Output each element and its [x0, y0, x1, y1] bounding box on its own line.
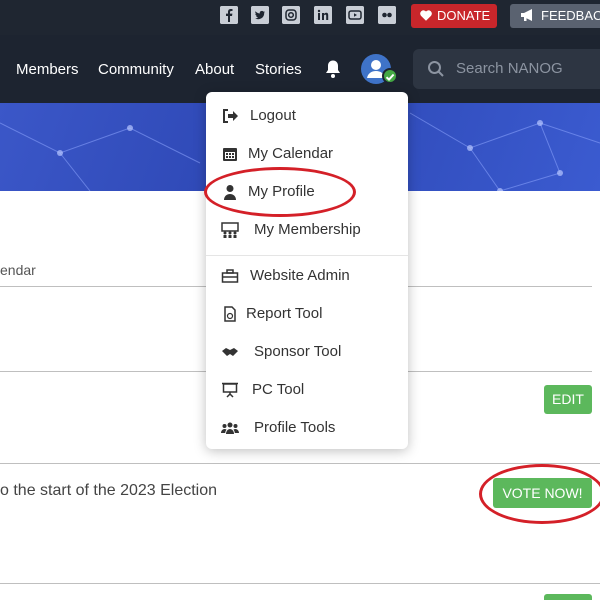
- twitter-icon[interactable]: [251, 6, 269, 24]
- menu-item-profile-tools[interactable]: Profile Tools: [206, 411, 408, 445]
- menu-item-report-tool[interactable]: Report Tool: [206, 297, 408, 331]
- check-badge-icon: [382, 68, 398, 84]
- bell-icon[interactable]: [324, 59, 342, 79]
- membership-icon: [221, 222, 239, 238]
- divider-line: [0, 463, 600, 464]
- partial-button[interactable]: [544, 594, 592, 600]
- menu-item-my-calendar[interactable]: My Calendar: [206, 137, 408, 171]
- menu-divider: [206, 255, 408, 256]
- nav-item-stories[interactable]: Stories: [255, 61, 302, 78]
- donate-button[interactable]: DONATE: [411, 4, 497, 28]
- edit-button[interactable]: EDIT: [544, 385, 592, 414]
- menu-item-pc-tool[interactable]: PC Tool: [206, 373, 408, 407]
- presentation-icon: [222, 382, 238, 398]
- report-icon: [224, 306, 236, 322]
- menu-item-label: Report Tool: [246, 305, 323, 322]
- menu-item-label: PC Tool: [252, 381, 305, 398]
- menu-item-sponsor-tool[interactable]: Sponsor Tool: [206, 335, 408, 369]
- menu-item-label: Profile Tools: [254, 419, 336, 436]
- user-icon: [224, 185, 236, 200]
- flickr-icon[interactable]: [378, 6, 396, 24]
- logout-icon: [223, 109, 238, 123]
- handshake-icon: [222, 348, 238, 356]
- calendar-icon: [223, 148, 237, 161]
- menu-item-label: Logout: [250, 107, 296, 124]
- calendar-fragment: endar: [0, 262, 36, 278]
- menu-item-label: My Profile: [248, 183, 315, 200]
- linkedin-icon[interactable]: [314, 6, 332, 24]
- feedback-label: FEEDBACK: [541, 8, 600, 23]
- youtube-icon[interactable]: [346, 6, 364, 24]
- menu-item-label: My Calendar: [248, 145, 334, 162]
- feedback-button[interactable]: FEEDBACK: [510, 4, 600, 28]
- menu-item-my-membership[interactable]: My Membership: [206, 213, 408, 247]
- election-text: o the start of the 2023 Election: [0, 482, 218, 499]
- menu-item-my-profile[interactable]: My Profile: [206, 175, 408, 209]
- user-dropdown-menu: Logout My Calendar My Profile My Members…: [206, 92, 408, 449]
- users-icon: [221, 422, 239, 434]
- donate-label: DONATE: [437, 8, 491, 23]
- menu-item-label: My Membership: [254, 221, 361, 238]
- toolbox-icon: [221, 269, 239, 283]
- nav-item-members[interactable]: Members: [16, 61, 79, 78]
- search-icon: [428, 61, 444, 77]
- heart-icon: [420, 10, 432, 21]
- nav-item-about[interactable]: About: [195, 61, 234, 78]
- search-box[interactable]: Search NANOG: [413, 49, 600, 89]
- menu-item-label: Website Admin: [250, 267, 350, 284]
- menu-item-website-admin[interactable]: Website Admin: [206, 259, 408, 293]
- megaphone-icon: [521, 9, 532, 21]
- vote-now-button[interactable]: VOTE NOW!: [493, 478, 592, 508]
- facebook-icon[interactable]: [220, 6, 238, 24]
- menu-item-label: Sponsor Tool: [254, 343, 342, 360]
- social-bar: DONATE FEEDBACK: [0, 0, 600, 35]
- divider-line: [0, 583, 600, 584]
- menu-item-logout[interactable]: Logout: [206, 99, 408, 133]
- search-input[interactable]: Search NANOG: [456, 60, 563, 77]
- nav-item-community[interactable]: Community: [98, 61, 174, 78]
- instagram-icon[interactable]: [282, 6, 300, 24]
